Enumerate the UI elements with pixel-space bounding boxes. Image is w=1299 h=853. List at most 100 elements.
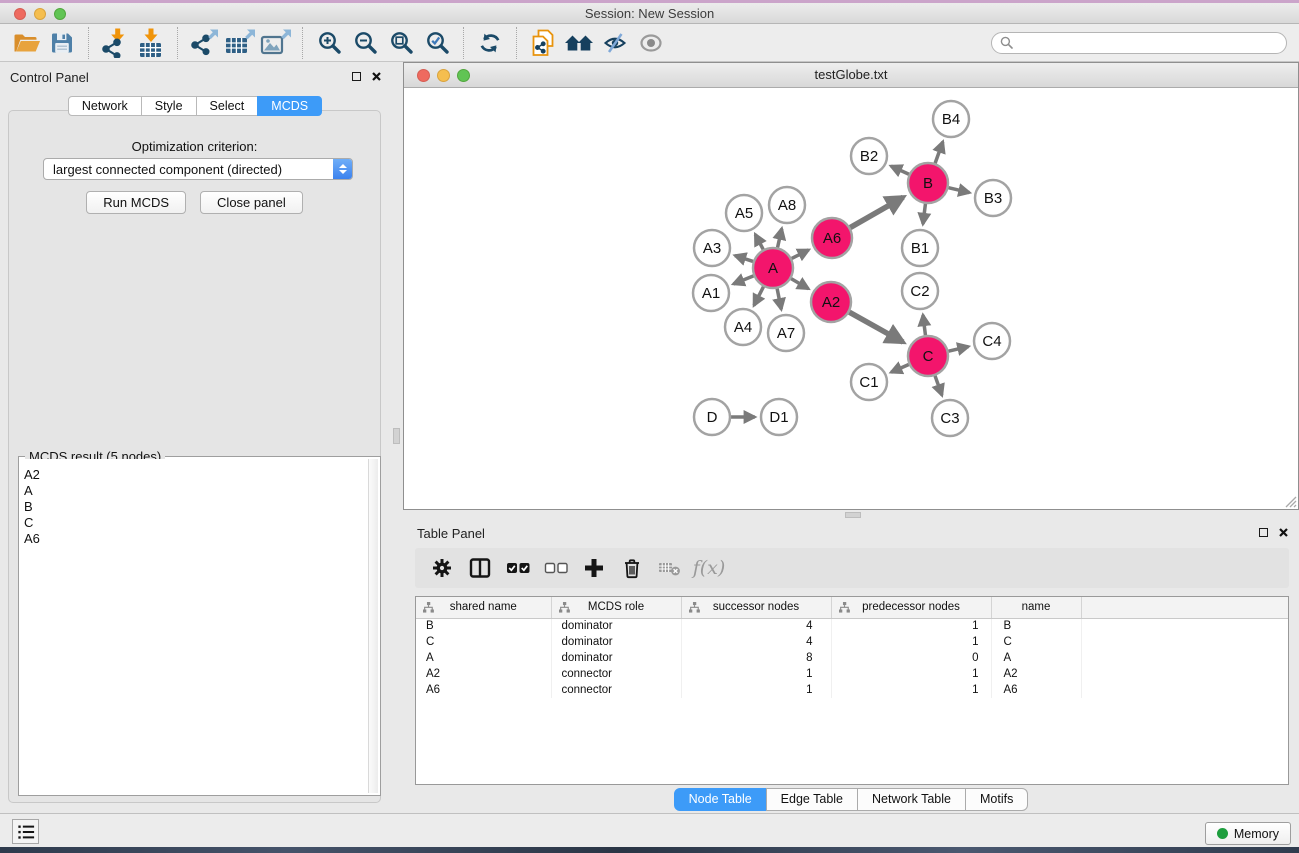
graph-node-D1[interactable]: D1 [761, 399, 797, 435]
result-item[interactable]: A2 [21, 467, 368, 483]
graph-edge-C-C3[interactable] [935, 376, 942, 395]
graph-edge-A-A6[interactable] [792, 250, 809, 259]
float-panel-icon[interactable] [352, 72, 361, 81]
table-cell[interactable] [1081, 682, 1289, 698]
graph-node-D[interactable]: D [694, 399, 730, 435]
graph-edge-A-A2[interactable] [791, 279, 808, 289]
table-cell[interactable]: C [991, 634, 1081, 650]
search-field[interactable] [991, 32, 1287, 54]
run-mcds-button[interactable]: Run MCDS [86, 191, 186, 214]
table-cell[interactable]: 1 [831, 618, 991, 634]
graph-edge-B-B2[interactable] [891, 166, 909, 174]
export-image-icon[interactable] [258, 27, 294, 59]
table-cell[interactable]: 1 [831, 682, 991, 698]
table-cell[interactable]: A [416, 650, 551, 666]
tab-network-table[interactable]: Network Table [857, 788, 966, 811]
table-row[interactable]: Cdominator41C [416, 634, 1289, 650]
table-cell[interactable]: dominator [551, 634, 681, 650]
table-cell[interactable]: A2 [416, 666, 551, 682]
delete-column-icon[interactable] [615, 553, 649, 583]
table-cell[interactable] [1081, 618, 1289, 634]
graph-node-A8[interactable]: A8 [769, 187, 805, 223]
unselect-all-icon[interactable] [539, 553, 573, 583]
tab-node-table[interactable]: Node Table [674, 788, 767, 811]
table-cell[interactable]: A6 [416, 682, 551, 698]
table-cell[interactable]: 4 [681, 618, 831, 634]
save-session-icon[interactable] [44, 27, 80, 59]
graph-edge-B-B4[interactable] [935, 142, 943, 163]
splitter-grip[interactable] [845, 512, 861, 518]
column-header-MCDS-role[interactable]: MCDS role [551, 597, 681, 618]
tab-style[interactable]: Style [141, 96, 197, 116]
graph-node-B4[interactable]: B4 [933, 101, 969, 137]
zoom-selected-icon[interactable] [419, 27, 455, 59]
column-view-icon[interactable] [463, 553, 497, 583]
home-view-icon[interactable] [561, 27, 597, 59]
resize-grip-icon[interactable] [1282, 493, 1297, 508]
column-header-predecessor-nodes[interactable]: predecessor nodes [831, 597, 991, 618]
table-cell[interactable]: 8 [681, 650, 831, 666]
window-titlebar[interactable]: Session: New Session [0, 3, 1299, 24]
import-network-icon[interactable] [97, 27, 133, 59]
zoom-in-icon[interactable] [311, 27, 347, 59]
close-panel-button[interactable]: Close panel [200, 191, 303, 214]
table-row[interactable]: Bdominator41B [416, 618, 1289, 634]
graph-edge-B-B1[interactable] [923, 204, 925, 224]
table-cell[interactable]: 1 [681, 666, 831, 682]
graph-node-A[interactable]: A [753, 248, 793, 288]
close-panel-icon[interactable] [371, 71, 382, 82]
mcds-result-list[interactable]: A2ABCA6 [21, 459, 368, 793]
import-table-icon[interactable] [133, 27, 169, 59]
graph-edge-A-A5[interactable] [755, 234, 763, 249]
graph-edge-B-B3[interactable] [948, 188, 969, 193]
graph-edge-A2-C[interactable] [849, 312, 903, 342]
graph-node-C3[interactable]: C3 [932, 400, 968, 436]
graph-edge-C-C4[interactable] [948, 347, 968, 352]
graph-node-A5[interactable]: A5 [726, 195, 762, 231]
graph-node-A6[interactable]: A6 [812, 218, 852, 258]
table-cell[interactable]: B [416, 618, 551, 634]
table-cell[interactable]: connector [551, 682, 681, 698]
graph-edge-A-A1[interactable] [733, 276, 753, 284]
table-cell[interactable] [1081, 650, 1289, 666]
column-header-successor-nodes[interactable]: successor nodes [681, 597, 831, 618]
graph-edge-A-A4[interactable] [754, 287, 764, 306]
table-cell[interactable]: 1 [681, 682, 831, 698]
select-all-icon[interactable] [501, 553, 535, 583]
graph-node-B[interactable]: B [908, 163, 948, 203]
result-item[interactable]: C [21, 515, 368, 531]
table-cell[interactable] [1081, 634, 1289, 650]
horizontal-splitter[interactable] [403, 510, 1299, 520]
network-canvas-svg[interactable]: B4B2BB3A5A8A3A6B1AA1C2A2A4A7CC4C1C3DD1 [404, 88, 1298, 509]
table-cell[interactable]: B [991, 618, 1081, 634]
result-item[interactable]: A [21, 483, 368, 499]
tab-select[interactable]: Select [196, 96, 259, 116]
table-cell[interactable]: C [416, 634, 551, 650]
close-panel-icon[interactable] [1278, 527, 1289, 538]
table-cell[interactable]: dominator [551, 618, 681, 634]
open-folder-icon[interactable] [8, 27, 44, 59]
graph-edge-A-A3[interactable] [735, 256, 753, 262]
export-network-icon[interactable] [186, 27, 222, 59]
table-cell[interactable]: 1 [831, 634, 991, 650]
table-cell[interactable]: A [991, 650, 1081, 666]
graph-edge-C-C2[interactable] [923, 315, 925, 335]
tab-network[interactable]: Network [68, 96, 142, 116]
tab-motifs[interactable]: Motifs [965, 788, 1028, 811]
network-window-titlebar[interactable]: testGlobe.txt [404, 63, 1298, 88]
table-cell[interactable]: dominator [551, 650, 681, 666]
search-input[interactable] [1018, 36, 1278, 50]
table-row[interactable]: A2connector11A2 [416, 666, 1289, 682]
graph-edge-A-A8[interactable] [778, 229, 782, 248]
graph-edge-C-C1[interactable] [891, 364, 909, 372]
column-header-shared-name[interactable]: shared name [416, 597, 551, 618]
splitter-grip[interactable] [393, 428, 400, 444]
add-column-icon[interactable] [577, 553, 611, 583]
zoom-fit-icon[interactable] [383, 27, 419, 59]
graph-node-C2[interactable]: C2 [902, 273, 938, 309]
criterion-dropdown[interactable]: largest connected component (directed) [43, 158, 353, 180]
table-cell[interactable]: 1 [831, 666, 991, 682]
eye-icon[interactable] [633, 27, 669, 59]
table-cell[interactable]: connector [551, 666, 681, 682]
export-table-icon[interactable] [222, 27, 258, 59]
